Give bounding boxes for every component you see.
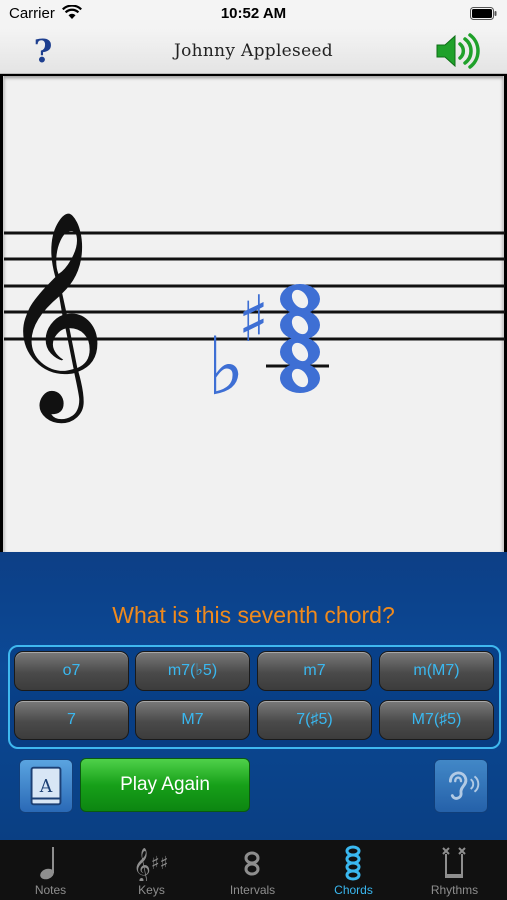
tab-label: Notes bbox=[34, 883, 67, 897]
battery-icon bbox=[470, 7, 497, 20]
book-icon: A bbox=[30, 766, 62, 806]
tab-bar: Notes 𝄞 ♯♯ Keys Intervals Chords Rhythms bbox=[0, 840, 507, 900]
question-text: What is this seventh chord? bbox=[112, 602, 395, 628]
answer-button-7s5[interactable]: 7(♯5) bbox=[257, 700, 372, 740]
tab-intervals[interactable]: Intervals bbox=[202, 840, 303, 900]
svg-text:♯♯: ♯♯ bbox=[151, 853, 168, 874]
answer-button-mM7[interactable]: m(M7) bbox=[379, 651, 494, 691]
tab-label: Chords bbox=[334, 883, 373, 897]
svg-text:𝄞: 𝄞 bbox=[133, 848, 151, 881]
music-staff: 𝄞 ♭ ♯ bbox=[4, 209, 505, 423]
sharp-accidental-icon: ♯ bbox=[238, 283, 269, 357]
svg-text:A: A bbox=[39, 777, 53, 797]
treble-clef-icon: 𝄞 bbox=[4, 209, 106, 423]
staff-area: 𝄞 ♭ ♯ bbox=[3, 76, 505, 552]
ear-training-button[interactable] bbox=[434, 759, 488, 813]
answer-grid: o7 m7(♭5) m7 m(M7) 7 M7 7(♯5) M7(♯5) bbox=[8, 645, 501, 749]
answer-button-m7[interactable]: m7 bbox=[257, 651, 372, 691]
answer-button-M7[interactable]: M7 bbox=[135, 700, 250, 740]
nav-title: Johnny Appleseed bbox=[174, 41, 333, 61]
quarter-note-icon bbox=[40, 847, 54, 880]
nav-bar: ? Johnny Appleseed bbox=[0, 28, 507, 74]
chord-icon bbox=[345, 845, 361, 881]
answer-button-7[interactable]: 7 bbox=[14, 700, 129, 740]
rhythm-icon bbox=[442, 847, 466, 878]
reference-book-button[interactable]: A bbox=[19, 759, 73, 813]
tab-label: Intervals bbox=[229, 883, 276, 897]
status-time: 10:52 AM bbox=[220, 5, 287, 22]
answer-button-m7b5[interactable]: m7(♭5) bbox=[135, 651, 250, 691]
answer-button-M7s5[interactable]: M7(♯5) bbox=[379, 700, 494, 740]
interval-icon bbox=[244, 851, 260, 876]
tab-rhythms[interactable]: Rhythms bbox=[404, 840, 505, 900]
ear-icon bbox=[448, 771, 480, 800]
status-bar: Carrier 10:52 AM bbox=[0, 0, 507, 28]
quiz-panel: What is this seventh chord? o7 m7(♭5) m7… bbox=[0, 552, 507, 840]
tab-notes[interactable]: Notes bbox=[0, 840, 101, 900]
answer-button-o7[interactable]: o7 bbox=[14, 651, 129, 691]
play-again-button[interactable]: Play Again bbox=[80, 758, 250, 812]
tab-keys[interactable]: 𝄞 ♯♯ Keys bbox=[101, 840, 202, 900]
speaker-icon[interactable] bbox=[433, 32, 481, 70]
tab-label: Keys bbox=[138, 883, 165, 897]
key-signature-icon: 𝄞 ♯♯ bbox=[133, 848, 168, 881]
tab-chords[interactable]: Chords bbox=[303, 840, 404, 900]
tab-label: Rhythms bbox=[430, 883, 479, 897]
